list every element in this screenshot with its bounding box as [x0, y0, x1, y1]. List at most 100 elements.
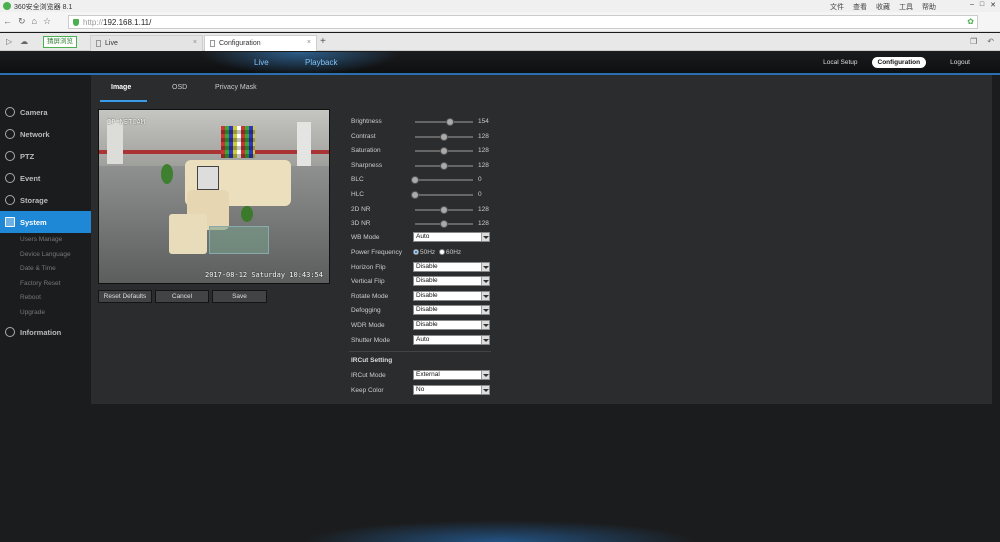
tab-playback[interactable]: Playback [305, 58, 337, 67]
local-setup-link[interactable]: Local Setup [817, 57, 863, 68]
sidebar-item-system[interactable]: System [0, 211, 97, 233]
back-icon[interactable]: ← [3, 16, 12, 27]
browser-tab-live[interactable]: Live × [90, 35, 203, 51]
defogging-row: Defogging Disable [351, 305, 591, 317]
sidebar-subitem-reboot[interactable]: Reboot [0, 291, 96, 306]
horizon-flip-select[interactable]: Disable [413, 261, 490, 272]
chevron-down-icon [481, 277, 489, 286]
slider-knob[interactable] [440, 161, 449, 170]
slider-knob[interactable] [411, 191, 419, 199]
sidebar-item-network[interactable]: Network [0, 123, 96, 145]
radio-60hz[interactable]: 60Hz [439, 249, 461, 256]
hlc-slider[interactable] [411, 191, 473, 199]
menu-file[interactable]: 文件 [830, 2, 844, 12]
scene-plant-left [161, 164, 173, 184]
slider-knob[interactable] [440, 220, 449, 229]
url-input[interactable]: http://192.168.1.11/ ✿ [68, 15, 978, 29]
nav-buttons: ← ↻ ⌂ ☆ [3, 16, 51, 27]
2d-nr-slider[interactable] [415, 205, 473, 214]
keep-color-select[interactable]: No [413, 385, 490, 395]
sidebar-subitem-date-time[interactable]: Date & Time [0, 262, 96, 277]
slider-knob[interactable] [440, 205, 449, 214]
menu-view[interactable]: 查看 [853, 2, 867, 12]
restore-icon[interactable]: ❐ [970, 37, 977, 46]
radio-label: 50Hz [420, 249, 436, 256]
cloud-icon[interactable]: ☁ [20, 37, 28, 46]
sidebar-subitem-factory-reset[interactable]: Factory Reset [0, 277, 96, 292]
window-controls: – □ ✕ [970, 1, 996, 9]
new-tab-icon[interactable]: + [320, 36, 326, 47]
contrast-slider[interactable] [415, 132, 473, 141]
rotate-mode-select[interactable]: Disable [413, 290, 490, 301]
sidebar-toggle-icon[interactable]: ▷ [6, 37, 12, 46]
menu-help[interactable]: 帮助 [922, 2, 936, 12]
close-tab-icon[interactable]: × [307, 39, 311, 46]
event-icon [5, 173, 15, 183]
defogging-select[interactable]: Disable [413, 305, 490, 316]
select-value: Auto [416, 233, 430, 240]
save-button[interactable]: Save [212, 290, 267, 303]
maximize-icon[interactable]: □ [980, 1, 984, 9]
sidebar-item-camera[interactable]: Camera [0, 101, 96, 123]
brightness-row: Brightness 154 [351, 116, 591, 128]
3d-nr-slider[interactable] [415, 220, 473, 229]
sidebar-subitem-upgrade[interactable]: Upgrade [0, 306, 96, 321]
refresh-icon[interactable]: ↻ [18, 16, 26, 27]
sidebar-subitem-users-manage[interactable]: Users Manage [0, 233, 96, 248]
sidebar-item-label: PTZ [20, 152, 35, 161]
extension-icon[interactable]: ✿ [967, 17, 974, 26]
sharpness-slider[interactable] [415, 161, 473, 170]
close-tab-icon[interactable]: × [193, 39, 197, 46]
sidebar-subitem-device-language[interactable]: Device Language [0, 248, 96, 263]
browser-tab-configuration[interactable]: Configuration × [204, 35, 317, 51]
section-divider [349, 351, 491, 352]
brightness-slider[interactable] [415, 118, 473, 126]
green-tab[interactable]: 猜屏浏览 [43, 36, 77, 48]
select-value: Disable [416, 320, 438, 328]
storage-icon [5, 195, 15, 205]
wdr-mode-select[interactable]: Disable [413, 319, 490, 330]
sidebar-item-storage[interactable]: Storage [0, 189, 96, 211]
star-icon[interactable]: ☆ [43, 16, 51, 27]
saturation-slider[interactable] [415, 147, 473, 156]
cancel-button[interactable]: Cancel [155, 290, 209, 303]
slider-knob[interactable] [440, 132, 449, 141]
sidebar-item-event[interactable]: Event [0, 167, 96, 189]
radio-50hz[interactable]: 50Hz [413, 249, 435, 256]
vertical-flip-select[interactable]: Disable [413, 276, 490, 287]
tab-image[interactable]: Image [111, 84, 131, 91]
logout-link[interactable]: Logout [944, 57, 976, 68]
chevron-down-icon [481, 371, 489, 379]
wb-mode-select[interactable]: Auto [413, 232, 490, 242]
ircut-mode-select[interactable]: External [413, 370, 490, 380]
home-icon[interactable]: ⌂ [32, 16, 37, 27]
slider-knob[interactable] [440, 147, 449, 156]
tab-osd[interactable]: OSD [172, 84, 187, 91]
power-frequency-label: Power Frequency [351, 249, 402, 256]
slider-knob[interactable] [446, 118, 455, 126]
close-icon[interactable]: ✕ [990, 1, 996, 9]
osd-timestamp: 2017-08-12 Saturday 10:43:54 [204, 271, 323, 279]
minimize-icon[interactable]: – [970, 1, 974, 9]
configuration-link[interactable]: Configuration [871, 57, 927, 68]
slider-knob[interactable] [411, 176, 419, 185]
saturation-value: 128 [478, 147, 489, 155]
sidebar-item-ptz[interactable]: PTZ [0, 145, 96, 167]
page-icon [96, 40, 101, 47]
sidebar-item-information[interactable]: Information [0, 321, 96, 343]
select-value: External [416, 371, 440, 378]
reset-defaults-button[interactable]: Reset Defaults [98, 290, 152, 303]
ircut-mode-row: IRCut Mode External [351, 370, 591, 382]
tab-label: Configuration [219, 40, 261, 47]
tab-privacy-mask[interactable]: Privacy Mask [215, 84, 257, 91]
menu-tools[interactable]: 工具 [899, 2, 913, 12]
undo-icon[interactable]: ↶ [987, 37, 994, 46]
select-value: Disable [416, 277, 438, 285]
blc-slider[interactable] [411, 176, 473, 185]
sharpness-row: Sharpness 128 [351, 160, 591, 172]
shutter-mode-select[interactable]: Auto [413, 334, 490, 345]
url-text: http://192.168.1.11/ [83, 18, 152, 27]
tab-live[interactable]: Live [254, 58, 269, 67]
menu-favorites[interactable]: 收藏 [876, 2, 890, 12]
shield-icon [73, 19, 79, 26]
